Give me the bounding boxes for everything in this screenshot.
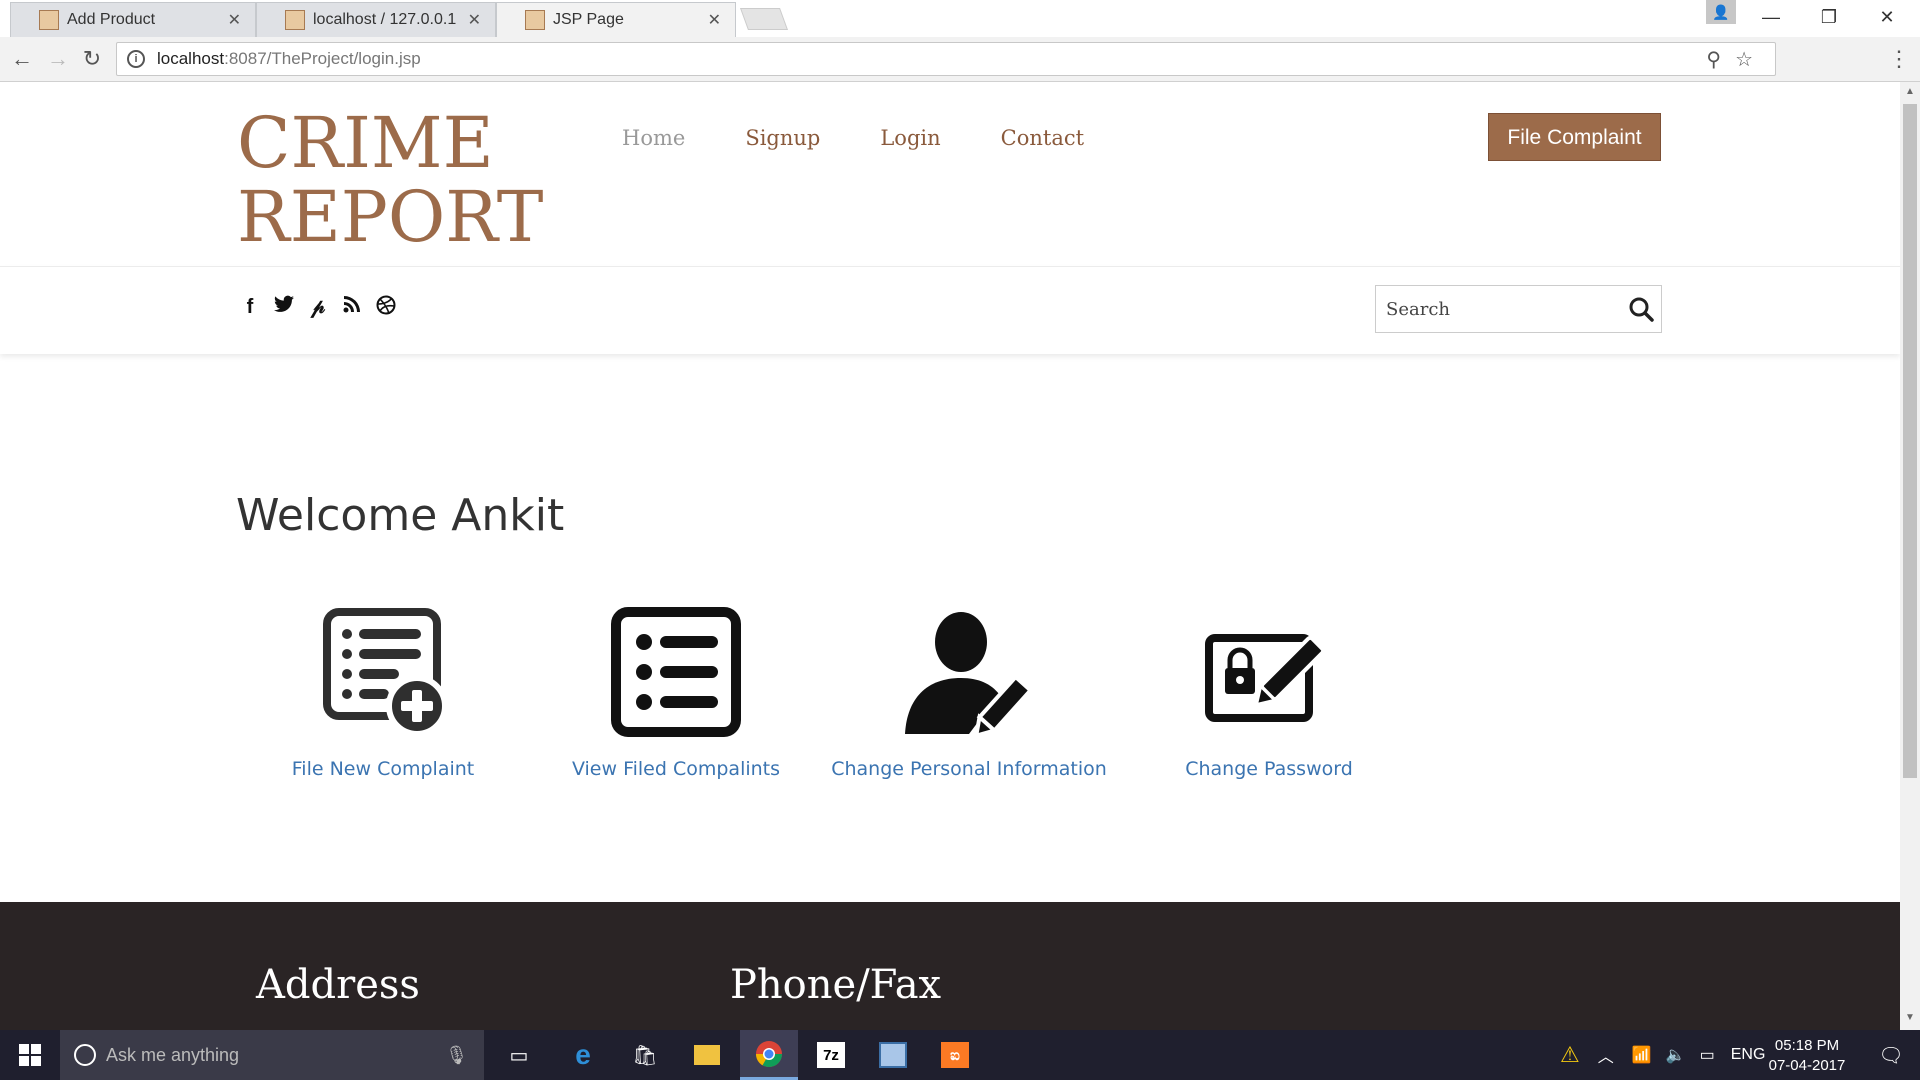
file-complaint-icon[interactable] [313, 602, 453, 742]
start-button[interactable] [0, 1030, 60, 1080]
url-host: localhost [157, 49, 225, 68]
social-search-bar: f 𝓅 [0, 266, 1900, 354]
tab-label: Add Product [67, 11, 156, 28]
browser-tab-jsp-page[interactable]: JSP Page ✕ [496, 2, 736, 37]
address-bar[interactable]: i localhost :8087/TheProject/login.jsp ⚲… [116, 42, 1776, 76]
browser-toolbar: ← → ↻ i localhost :8087/TheProject/login… [0, 37, 1920, 82]
lock-edit-icon[interactable] [1199, 602, 1339, 742]
site-footer: Address Phone/Fax [0, 902, 1900, 1030]
rss-icon[interactable] [342, 295, 362, 319]
nav-home[interactable]: Home [622, 126, 685, 150]
action-center-icon[interactable]: 🗨 [1862, 1030, 1920, 1080]
xampp-icon[interactable]: ಐ [926, 1030, 984, 1080]
tab-label: localhost / 127.0.0.1 / cri [313, 11, 460, 28]
store-icon[interactable]: 🛍 [616, 1030, 674, 1080]
search-icon[interactable] [1621, 289, 1661, 329]
scroll-down-icon[interactable]: ▼ [1904, 1012, 1916, 1023]
network-icon[interactable]: 📶 [1632, 1045, 1652, 1065]
show-hidden-icons-icon[interactable]: ︿ [1598, 1043, 1614, 1067]
new-tab-button[interactable] [739, 8, 789, 30]
social-links: f 𝓅 [240, 295, 396, 319]
windows-logo-icon [19, 1044, 41, 1066]
action-view-filed-complaints: View Filed Compalints [526, 602, 826, 780]
close-window-icon[interactable]: ✕ [1858, 0, 1916, 34]
pinterest-icon[interactable]: 𝓅 [308, 295, 328, 319]
nav-login[interactable]: Login [880, 126, 940, 150]
cortana-placeholder: Ask me anything [106, 1044, 240, 1065]
restore-icon[interactable]: ❐ [1800, 0, 1858, 34]
list-icon[interactable] [606, 602, 746, 742]
file-complaint-button[interactable]: File Complaint [1488, 113, 1661, 161]
browser-tab-bar: Add Product ✕ localhost / 127.0.0.1 / cr… [0, 0, 1920, 37]
forward-icon[interactable]: → [44, 45, 72, 73]
search-input[interactable] [1376, 286, 1621, 332]
clock-date: 07-04-2017 [1768, 1057, 1846, 1074]
action-change-personal-information: Change Personal Information [819, 602, 1119, 780]
logo-line-2: REPORT [237, 176, 544, 258]
virtualbox-icon[interactable] [864, 1030, 922, 1080]
scroll-up-icon[interactable]: ▲ [1904, 86, 1916, 97]
windows-taskbar: Ask me anything 🎙 ▭ e 🛍 7z ಐ ⚠ ︿ 📶 🔈 ▭ E… [0, 1030, 1920, 1080]
back-icon[interactable]: ← [8, 45, 36, 73]
main-navigation: Home Signup Login Contact [622, 126, 1084, 150]
footer-phone-heading: Phone/Fax [730, 962, 942, 1008]
site-logo[interactable]: CRIME REPORT [237, 106, 543, 254]
scroll-thumb[interactable] [1903, 104, 1917, 778]
file-new-complaint-link[interactable]: File New Complaint [292, 758, 474, 780]
browser-tab-add-product[interactable]: Add Product ✕ [10, 2, 256, 37]
browser-menu-icon[interactable]: ⋮ [1888, 46, 1910, 72]
volume-icon[interactable]: 🔈 [1666, 1045, 1686, 1065]
task-view-icon[interactable]: ▭ [490, 1030, 548, 1080]
warning-icon[interactable]: ⚠ [1560, 1042, 1580, 1068]
edge-browser-icon[interactable]: e [554, 1030, 612, 1080]
reload-icon[interactable]: ↻ [78, 45, 106, 73]
7zip-icon[interactable]: 7z [802, 1030, 860, 1080]
site-favicon-icon [285, 10, 305, 30]
url-path: :8087/TheProject/login.jsp [224, 49, 421, 68]
close-tab-icon[interactable]: ✕ [708, 10, 721, 30]
language-indicator[interactable]: ENG [1731, 1046, 1766, 1064]
twitter-icon[interactable] [274, 295, 294, 319]
clock-time: 05:18 PM [1774, 1037, 1840, 1054]
dribbble-icon[interactable] [376, 295, 396, 319]
close-tab-icon[interactable]: ✕ [468, 10, 481, 30]
tab-label: JSP Page [553, 11, 624, 28]
page-scrollbar[interactable]: ▲ ▼ [1900, 82, 1920, 1030]
microphone-icon[interactable]: 🎙 [445, 1045, 468, 1066]
view-filed-complaints-link[interactable]: View Filed Compalints [572, 758, 780, 780]
battery-icon[interactable]: ▭ [1700, 1045, 1715, 1065]
file-explorer-icon[interactable] [678, 1030, 736, 1080]
minimize-icon[interactable]: — [1742, 0, 1800, 34]
facebook-icon[interactable]: f [240, 295, 260, 319]
user-edit-icon[interactable] [899, 602, 1039, 742]
welcome-heading: Welcome Ankit [236, 490, 565, 541]
change-password-link[interactable]: Change Password [1185, 758, 1353, 780]
action-file-new-complaint: File New Complaint [233, 602, 533, 780]
nav-contact[interactable]: Contact [1001, 126, 1084, 150]
site-favicon-icon [525, 10, 545, 30]
action-change-password: Change Password [1119, 602, 1419, 780]
site-favicon-icon [39, 10, 59, 30]
cortana-search-box[interactable]: Ask me anything 🎙 [60, 1030, 484, 1080]
bookmark-star-icon[interactable]: ⚲☆ [1706, 47, 1767, 72]
browser-tab-phpmyadmin[interactable]: localhost / 127.0.0.1 / cri ✕ [256, 2, 496, 37]
info-icon[interactable]: i [127, 50, 145, 68]
change-personal-information-link[interactable]: Change Personal Information [831, 758, 1107, 780]
footer-address-heading: Address [256, 962, 420, 1008]
system-tray: ⚠ ︿ 📶 🔈 ▭ ENG [1560, 1030, 1765, 1080]
profile-icon[interactable]: 👤 [1706, 0, 1736, 24]
nav-signup[interactable]: Signup [745, 126, 820, 150]
close-tab-icon[interactable]: ✕ [228, 10, 241, 30]
search-box [1375, 285, 1662, 333]
cortana-icon [74, 1044, 96, 1066]
web-page: CRIME REPORT Home Signup Login Contact F… [0, 82, 1900, 1030]
logo-line-1: CRIME [237, 102, 494, 184]
system-clock[interactable]: 05:18 PM 07-04-2017 [1762, 1036, 1852, 1076]
chrome-icon[interactable] [740, 1030, 798, 1080]
